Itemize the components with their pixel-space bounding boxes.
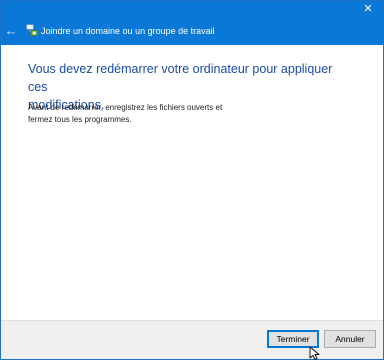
dialog-footer: Terminer Annuler bbox=[1, 320, 383, 359]
close-button[interactable]: ✕ bbox=[353, 1, 383, 17]
computer-network-icon bbox=[26, 24, 38, 36]
wizard-title: Joindre un domaine ou un groupe de trava… bbox=[41, 26, 215, 36]
restart-instructions: Avant de redémarrer, enregistrez les fic… bbox=[28, 102, 328, 126]
instruction-line: Avant de redémarrer, enregistrez les fic… bbox=[28, 103, 223, 112]
mouse-cursor-icon bbox=[309, 346, 320, 360]
dialog-window: ✕ ← Joindre un domaine ou un groupe de t… bbox=[0, 0, 384, 360]
back-arrow-icon[interactable]: ← bbox=[3, 23, 19, 39]
heading-line: Vous devez redémarrer votre ordinateur p… bbox=[28, 62, 333, 94]
wizard-header: ← Joindre un domaine ou un groupe de tra… bbox=[1, 17, 383, 45]
instruction-line: fermez tous les programmes. bbox=[28, 115, 132, 124]
cancel-button[interactable]: Annuler bbox=[324, 330, 376, 348]
title-bar[interactable]: ✕ bbox=[1, 1, 383, 17]
